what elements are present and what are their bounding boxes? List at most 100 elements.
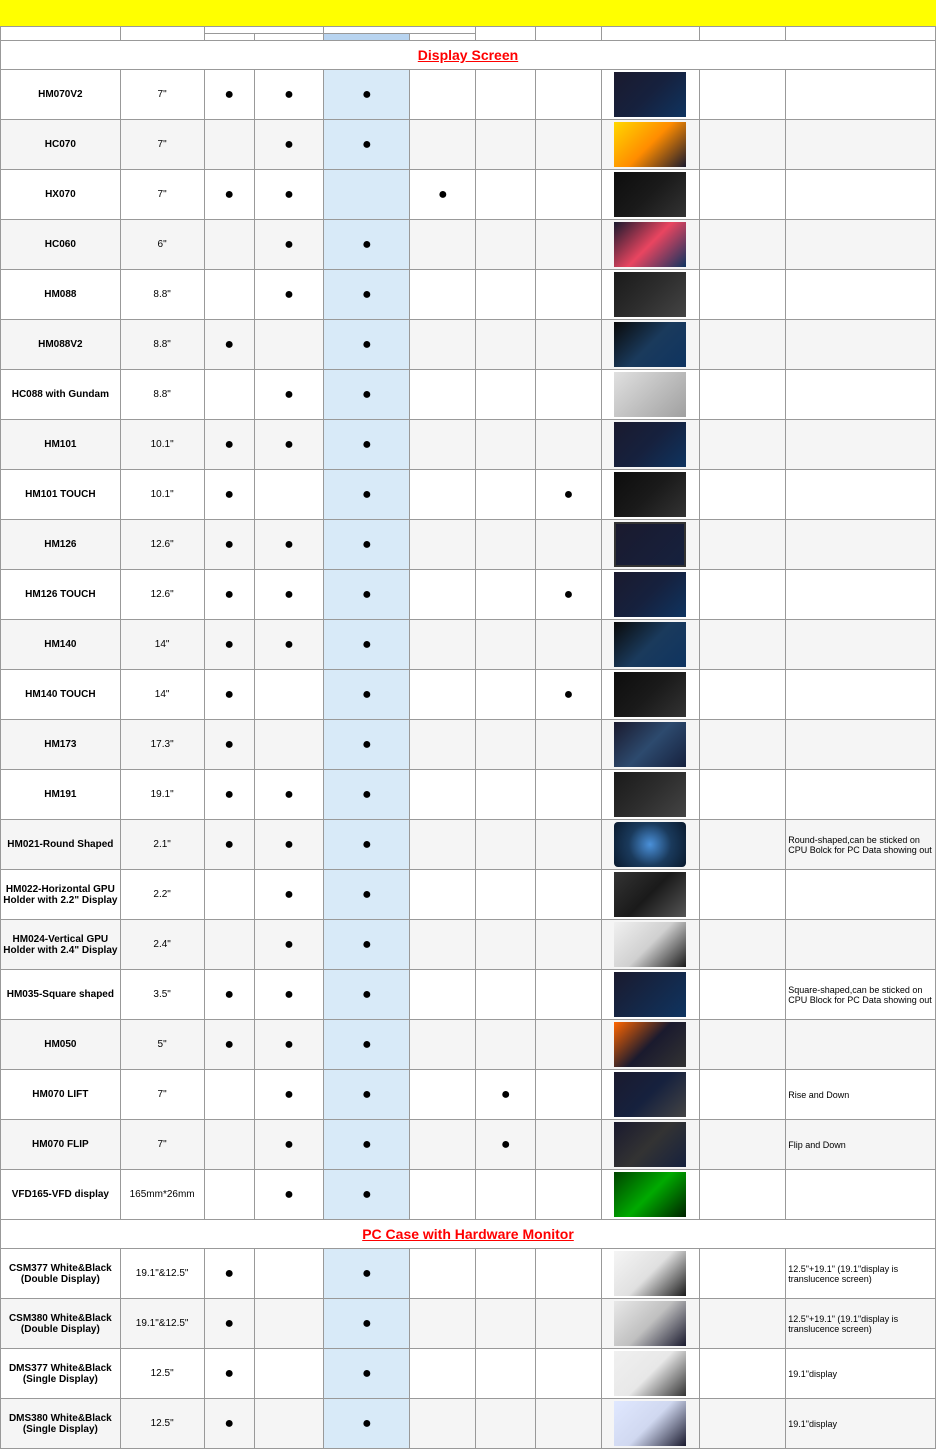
photo-cell — [601, 170, 699, 220]
lamp-cell — [410, 970, 476, 1020]
note-cell — [786, 870, 936, 920]
desk-cell — [204, 1070, 254, 1120]
link-cell[interactable] — [700, 570, 786, 620]
aida-cell: ● — [324, 220, 410, 270]
link-cell[interactable] — [700, 670, 786, 720]
link-cell[interactable] — [700, 1299, 786, 1349]
aida-cell: ● — [324, 570, 410, 620]
table-row: HC060 6" ● ● — [1, 220, 936, 270]
model-cell: HM101 TOUCH — [1, 470, 121, 520]
section-title-pccase: PC Case with Hardware Monitor — [1, 1220, 936, 1249]
link-cell[interactable] — [700, 1399, 786, 1449]
aida-cell: ● — [324, 270, 410, 320]
link-cell[interactable] — [700, 1120, 786, 1170]
lamp-cell — [410, 1120, 476, 1170]
link-cell[interactable] — [700, 270, 786, 320]
desk-cell: ● — [204, 1399, 254, 1449]
product-photo-img — [614, 1122, 686, 1167]
link-cell[interactable] — [700, 770, 786, 820]
col-headers-row1 — [1, 27, 936, 34]
desk-cell: ● — [204, 620, 254, 670]
case-cell: ● — [254, 1070, 323, 1120]
link-cell[interactable] — [700, 1020, 786, 1070]
table-row: HM024-Vertical GPU Holder with 2.4" Disp… — [1, 920, 936, 970]
table-row: HM035-Square shaped 3.5" ● ● ● Square-sh… — [1, 970, 936, 1020]
table-row: HM022-Horizontal GPU Holder with 2.2" Di… — [1, 870, 936, 920]
link-cell[interactable] — [700, 370, 786, 420]
header-bar — [0, 0, 936, 26]
link-cell[interactable] — [700, 1249, 786, 1299]
note-cell — [786, 370, 936, 420]
desk-cell: ● — [204, 320, 254, 370]
case-cell — [254, 1249, 323, 1299]
case-cell: ● — [254, 1020, 323, 1070]
movable-cell — [476, 1399, 536, 1449]
product-photo-img — [614, 522, 686, 567]
note-cell — [786, 1020, 936, 1070]
touchable-cell — [536, 1020, 602, 1070]
movable-cell — [476, 820, 536, 870]
link-cell[interactable] — [700, 870, 786, 920]
link-cell[interactable] — [700, 520, 786, 570]
section-title-display: Display Screen — [1, 41, 936, 70]
note-cell — [786, 470, 936, 520]
link-cell[interactable] — [700, 320, 786, 370]
case-cell: ● — [254, 1120, 323, 1170]
aida-cell: ● — [324, 1249, 410, 1299]
photo-cell — [601, 320, 699, 370]
case-cell — [254, 1349, 323, 1399]
lamp-cell — [410, 570, 476, 620]
table-row: CSM380 White&Black (Double Display) 19.1… — [1, 1299, 936, 1349]
link-cell[interactable] — [700, 820, 786, 870]
link-cell[interactable] — [700, 120, 786, 170]
link-cell[interactable] — [700, 1070, 786, 1120]
note-cell — [786, 770, 936, 820]
link-cell[interactable] — [700, 920, 786, 970]
note-cell — [786, 420, 936, 470]
note-cell: Flip and Down — [786, 1120, 936, 1170]
table-row: HM070V2 7" ● ● ● — [1, 70, 936, 120]
model-cell: HM191 — [1, 770, 121, 820]
product-photo-img — [614, 72, 686, 117]
main-title — [0, 8, 936, 26]
desk-cell: ● — [204, 570, 254, 620]
dim-cell: 2.4" — [120, 920, 204, 970]
dim-cell: 14" — [120, 670, 204, 720]
table-row: HM126 12.6" ● ● ● — [1, 520, 936, 570]
link-cell[interactable] — [700, 170, 786, 220]
link-cell[interactable] — [700, 220, 786, 270]
note-cell: 19.1"display — [786, 1399, 936, 1449]
link-cell[interactable] — [700, 970, 786, 1020]
desk-cell: ● — [204, 470, 254, 520]
movable-cell — [476, 420, 536, 470]
model-cell: HM088V2 — [1, 320, 121, 370]
desk-cell: ● — [204, 1020, 254, 1070]
lamp-cell — [410, 1399, 476, 1449]
aida-cell: ● — [324, 920, 410, 970]
desk-cell: ● — [204, 70, 254, 120]
lamp-cell — [410, 770, 476, 820]
dim-cell: 19.1"&12.5" — [120, 1299, 204, 1349]
link-cell[interactable] — [700, 470, 786, 520]
link-cell[interactable] — [700, 1170, 786, 1220]
link-cell[interactable] — [700, 70, 786, 120]
product-photo-img — [614, 822, 686, 867]
movable-cell — [476, 920, 536, 970]
model-cell: HM022-Horizontal GPU Holder with 2.2" Di… — [1, 870, 121, 920]
lamp-cell — [410, 320, 476, 370]
product-photo-img — [614, 1401, 686, 1446]
link-cell[interactable] — [700, 420, 786, 470]
link-cell[interactable] — [700, 620, 786, 670]
link-cell[interactable] — [700, 1349, 786, 1399]
link-cell[interactable] — [700, 720, 786, 770]
desk-cell: ● — [204, 420, 254, 470]
touchable-cell — [536, 120, 602, 170]
lamp-cell — [410, 1020, 476, 1070]
table-row: HM088V2 8.8" ● ● — [1, 320, 936, 370]
case-cell: ● — [254, 570, 323, 620]
touchable-cell — [536, 620, 602, 670]
photo-cell — [601, 370, 699, 420]
product-photo-img — [614, 1072, 686, 1117]
photo-cell — [601, 470, 699, 520]
note-cell: 19.1"display — [786, 1349, 936, 1399]
